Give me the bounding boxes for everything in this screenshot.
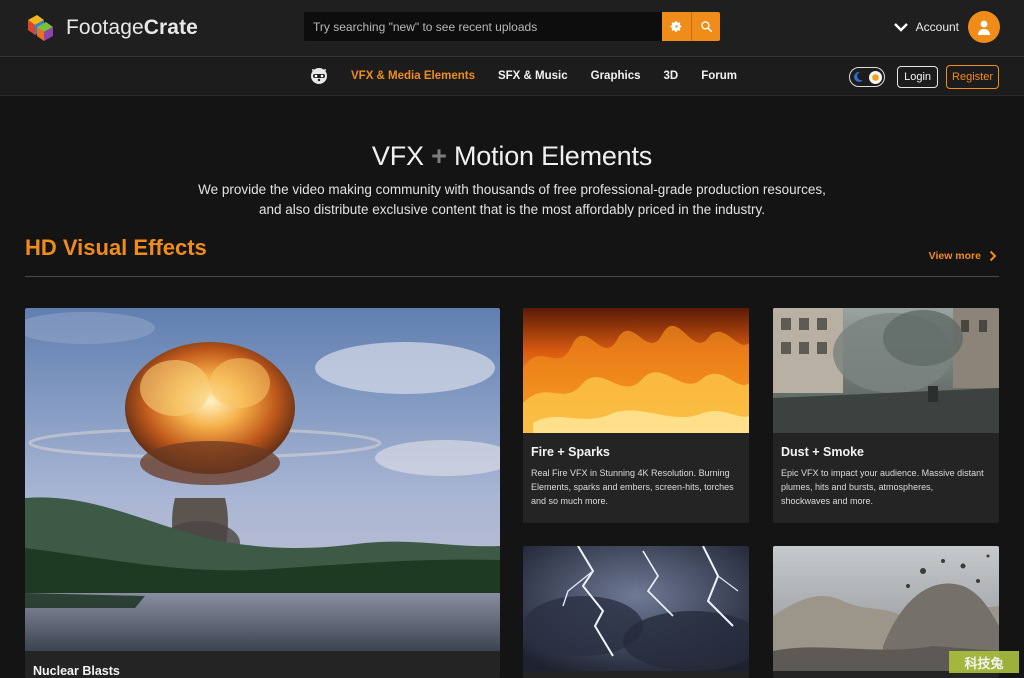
card-nuclear-blasts[interactable]: Nuclear Blasts — [25, 308, 500, 678]
hero-description: We provide the video making community wi… — [198, 182, 826, 217]
nav-links: VFX & Media Elements SFX & Music Graphic… — [309, 57, 760, 95]
nav-item-graphics[interactable]: Graphics — [591, 70, 641, 82]
lightning-thumbnail — [523, 546, 749, 671]
section-divider — [25, 276, 999, 277]
watermark-badge: 科技兔 — [949, 651, 1019, 673]
search-icon — [701, 21, 713, 33]
search-input[interactable] — [304, 12, 660, 41]
sun-icon — [869, 70, 883, 84]
view-more-link[interactable]: View more — [929, 250, 997, 262]
account-label: Account — [915, 20, 959, 34]
top-header: FootageCrate Account — [0, 0, 1024, 57]
theme-toggle[interactable] — [849, 67, 886, 87]
raccoon-mascot-icon — [311, 68, 327, 84]
nav-item-sfx[interactable]: SFX & Music — [498, 70, 568, 82]
card-title: Nuclear Blasts — [33, 664, 120, 678]
logo-cube-icon — [28, 15, 53, 41]
card-lightning[interactable] — [523, 546, 749, 678]
fire-thumbnail — [523, 308, 749, 433]
search-settings-button[interactable] — [662, 12, 691, 41]
site-logo[interactable]: FootageCrate — [24, 11, 198, 44]
search-button[interactable] — [691, 12, 720, 41]
card-description: Epic VFX to impact your audience. Massiv… — [781, 468, 984, 506]
nav-actions: Login Register — [849, 65, 999, 89]
chevron-down-icon — [893, 23, 908, 32]
card-description: Real Fire VFX in Stunning 4K Resolution.… — [531, 468, 734, 506]
section-title: HD Visual Effects — [25, 235, 207, 260]
search-bar — [304, 12, 720, 41]
card-dust-smoke[interactable]: Dust + Smoke Epic VFX to impact your aud… — [773, 308, 999, 523]
nav-item-forum[interactable]: Forum — [701, 70, 737, 82]
card-title: Dust + Smoke — [781, 445, 865, 459]
card-fire-sparks[interactable]: Fire + Sparks Real Fire VFX in Stunning … — [523, 308, 749, 523]
register-button[interactable]: Register — [946, 65, 999, 89]
hero-title: VFX + Motion Elements — [371, 141, 653, 171]
user-icon — [978, 20, 990, 35]
nuclear-explosion-thumbnail — [25, 308, 500, 651]
nav-item-3d[interactable]: 3D — [664, 70, 679, 82]
dust-smoke-thumbnail — [773, 308, 999, 433]
gear-icon — [670, 21, 682, 32]
nav-item-vfx[interactable]: VFX & Media Elements — [351, 70, 475, 82]
login-button[interactable]: Login — [897, 66, 939, 88]
avatar[interactable] — [968, 11, 1000, 43]
chevron-right-icon — [989, 250, 997, 262]
card-title: Fire + Sparks — [531, 445, 610, 459]
moon-icon — [852, 71, 864, 83]
account-menu[interactable]: Account — [893, 11, 1000, 43]
main-nav: VFX & Media Elements SFX & Music Graphic… — [0, 57, 1024, 96]
brand-name: FootageCrate — [66, 15, 198, 39]
home-link[interactable] — [309, 66, 329, 86]
